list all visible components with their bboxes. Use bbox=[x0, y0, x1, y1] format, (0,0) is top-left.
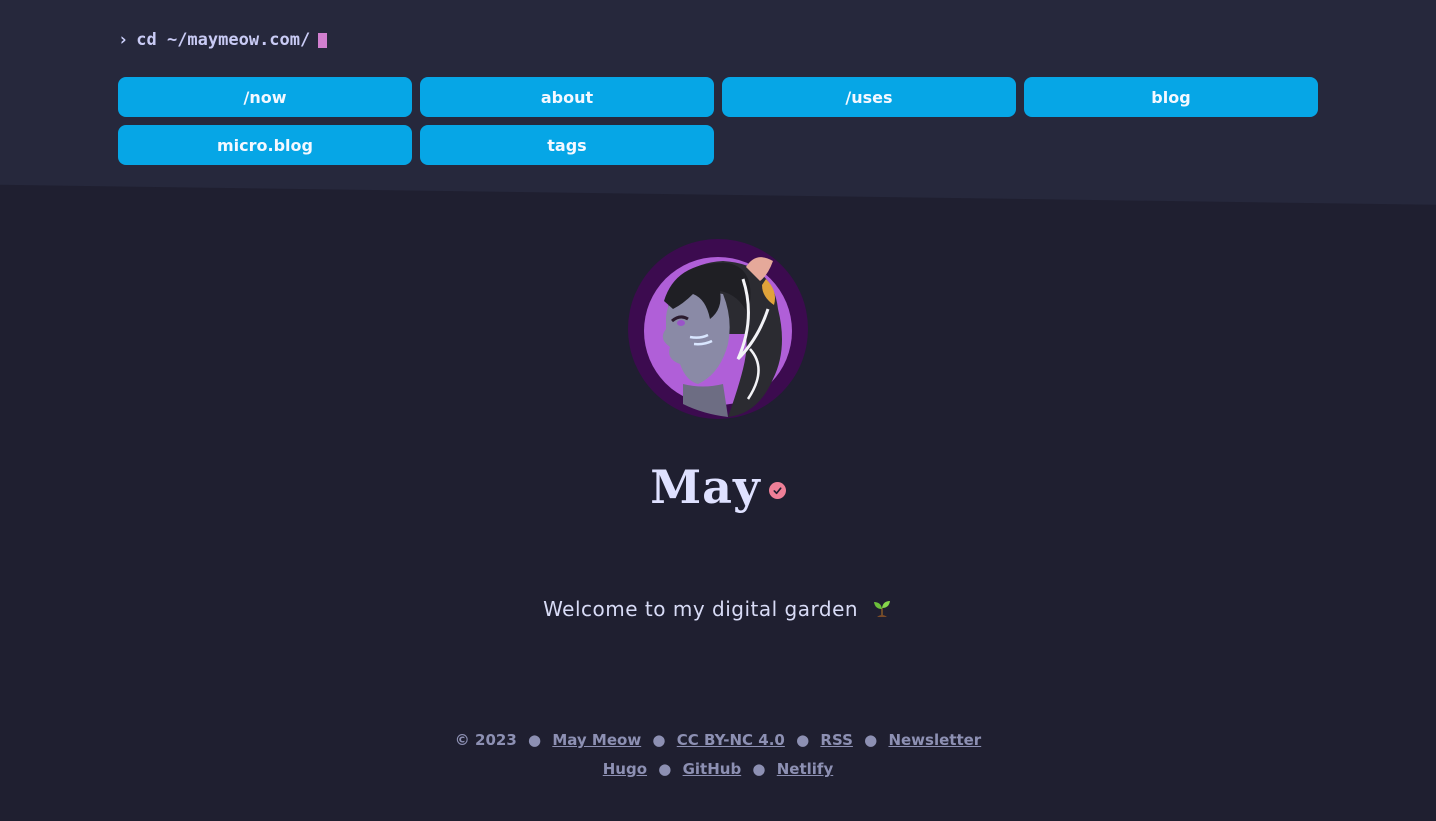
footer-line-1: © 2023 ● May Meow ● CC BY-NC 4.0 ● RSS ●… bbox=[0, 726, 1436, 755]
nav-micro-blog[interactable]: micro.blog bbox=[118, 125, 412, 165]
cursor-block bbox=[318, 32, 328, 48]
separator: ● bbox=[864, 731, 878, 749]
nav-tags[interactable]: tags bbox=[420, 125, 714, 165]
avatar bbox=[628, 239, 808, 419]
tagline-text: Welcome to my digital garden bbox=[543, 597, 859, 621]
terminal-prompt: › cd ~/maymeow.com/ bbox=[118, 28, 328, 52]
main-nav: /now about /uses blog micro.blog tags bbox=[118, 77, 1318, 165]
profile-name: May bbox=[650, 460, 761, 514]
footer-link-hugo[interactable]: Hugo bbox=[603, 760, 647, 778]
copyright: © 2023 bbox=[454, 731, 517, 749]
separator: ● bbox=[652, 731, 666, 749]
footer: © 2023 ● May Meow ● CC BY-NC 4.0 ● RSS ●… bbox=[0, 726, 1436, 784]
prompt-chevron-icon: › bbox=[118, 30, 129, 50]
footer-link-newsletter[interactable]: Newsletter bbox=[888, 731, 981, 749]
check-badge-icon bbox=[768, 481, 786, 499]
separator: ● bbox=[658, 760, 672, 778]
separator: ● bbox=[528, 731, 542, 749]
footer-link-rss[interactable]: RSS bbox=[820, 731, 852, 749]
nav-about[interactable]: about bbox=[420, 77, 714, 117]
footer-link-may-meow[interactable]: May Meow bbox=[552, 731, 641, 749]
prompt-command: cd ~/maymeow.com/ bbox=[136, 30, 311, 50]
nav-blog[interactable]: blog bbox=[1024, 77, 1318, 117]
footer-link-github[interactable]: GitHub bbox=[683, 760, 742, 778]
nav-now[interactable]: /now bbox=[118, 77, 412, 117]
footer-link-license[interactable]: CC BY-NC 4.0 bbox=[677, 731, 785, 749]
profile-name-row: May bbox=[0, 460, 1436, 514]
nav-uses[interactable]: /uses bbox=[722, 77, 1016, 117]
seedling-icon bbox=[873, 601, 890, 617]
footer-link-netlify[interactable]: Netlify bbox=[777, 760, 833, 778]
footer-line-2: Hugo ● GitHub ● Netlify bbox=[0, 755, 1436, 784]
tagline: Welcome to my digital garden bbox=[0, 597, 1436, 621]
separator: ● bbox=[796, 731, 810, 749]
separator: ● bbox=[752, 760, 766, 778]
